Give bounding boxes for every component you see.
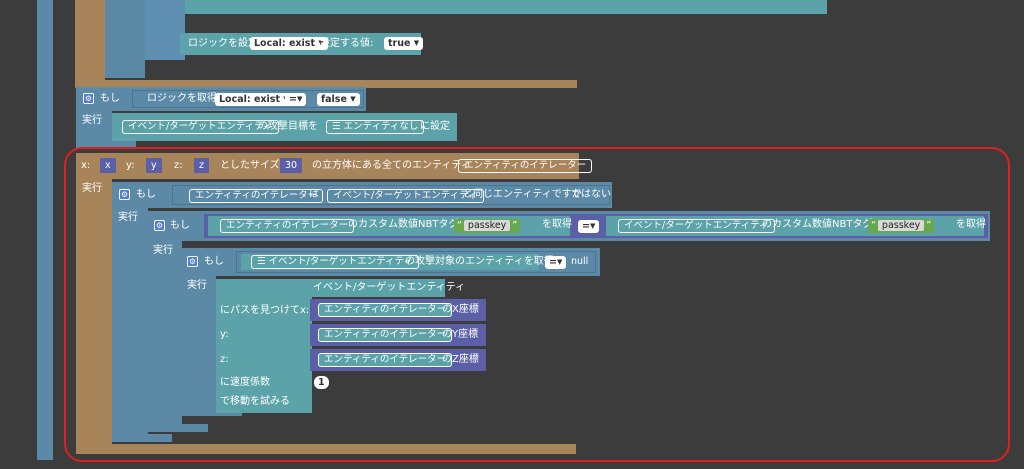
if-block-1[interactable]: ⚙ もし ロジックを取得 Local: exist ▼ =▼ false ▼: [76, 87, 366, 111]
set-attack-target-block[interactable]: イベント/ターゲットエンティティ の攻撃目標を ☰ エンティティなし に設定: [112, 113, 457, 141]
no-entity: エンティティなし: [343, 121, 419, 132]
value-label: 設定する値:: [320, 38, 374, 49]
nested-stem-b: [145, 0, 185, 60]
logic-variable-name: Local: exist: [219, 94, 281, 105]
value-true-dropdown[interactable]: true ▼: [384, 37, 424, 50]
compare-block[interactable]: ロジックを取得 Local: exist ▼ =▼ false ▼: [132, 90, 364, 108]
set-suffix-label: に設定: [420, 121, 450, 132]
highlight-outline: [64, 147, 1010, 462]
operator-dropdown[interactable]: =▼: [285, 93, 307, 106]
dropdown-arrow-icon: ▼: [413, 39, 420, 47]
value-false-dropdown[interactable]: false ▼: [317, 93, 360, 106]
no-entity-field[interactable]: ☰ エンティティなし: [326, 120, 425, 134]
logic-variable-dropdown[interactable]: Local: exist ▼: [250, 37, 328, 50]
dropdown-arrow-icon: ▼: [350, 95, 356, 103]
get-logic-label: ロジックを取得: [147, 93, 217, 104]
value-true: true: [388, 38, 411, 49]
do-label: 実行: [82, 115, 102, 126]
value-false: false: [321, 94, 347, 105]
dropdown-arrow-icon: ▼: [296, 95, 303, 103]
top-block-fragment: [105, 0, 827, 14]
list-icon: ☰: [332, 121, 344, 132]
event-target-entity-field[interactable]: イベント/ターゲットエンティティ: [122, 120, 279, 134]
nested-stem-a: [105, 0, 145, 78]
attack-target-label: の攻撃目標を: [258, 121, 318, 132]
if-label: もし: [100, 93, 120, 104]
set-logic-block[interactable]: ロジックを設定 Local: exist ▼ 設定する値: true ▼: [180, 33, 424, 55]
if-block-1-stem: 実行: [76, 111, 112, 145]
operator: =: [289, 94, 297, 105]
gear-icon[interactable]: ⚙: [83, 93, 94, 104]
outer-block-stem: [37, 0, 53, 460]
logic-variable-dropdown[interactable]: Local: exist ▼: [215, 93, 293, 106]
set-logic-label: ロジックを設定: [188, 38, 258, 49]
outer-loop-stem: [75, 0, 105, 88]
logic-variable-name: Local: exist: [254, 38, 316, 49]
